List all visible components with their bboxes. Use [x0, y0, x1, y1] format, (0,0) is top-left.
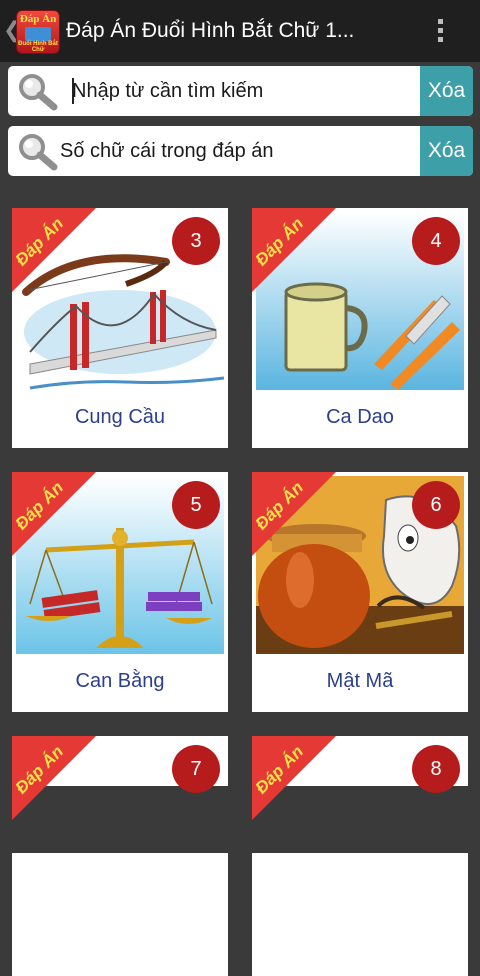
answer-card[interactable]: Đáp Án 5 Can Bằng — [12, 472, 228, 712]
search-icon — [19, 134, 58, 171]
level-number-badge: 3 — [172, 217, 220, 265]
search-icon — [19, 74, 58, 111]
answer-title: Cung Cầu — [74, 406, 166, 428]
letter-count-input[interactable]: Số chữ cái trong đáp án — [60, 140, 274, 163]
answer-title: Can Bằng — [75, 670, 165, 692]
clear-letter-count-button[interactable]: Xóa — [420, 126, 473, 176]
level-number-badge: 8 — [412, 745, 460, 793]
level-number-badge: 6 — [412, 481, 460, 529]
letter-count-search-bar: Số chữ cái trong đáp án Xóa — [8, 126, 473, 176]
app-logo-text: Đáp Án — [19, 13, 57, 25]
answer-card[interactable]: Đáp Án 6 Mật Mã — [252, 472, 468, 712]
answer-card[interactable]: Đáp Án 8 — [252, 736, 468, 976]
keyword-search-input[interactable]: Nhập từ cần tìm kiếm — [72, 80, 263, 103]
clear-keyword-button[interactable]: Xóa — [420, 66, 473, 116]
answer-card[interactable]: Đáp Án 3 Cung Cầu — [12, 208, 228, 448]
app-logo-picture — [25, 27, 51, 41]
overflow-menu-icon[interactable] — [430, 15, 450, 49]
action-bar: ❮ Đáp Án Đuổi Hình Bắt Chữ Đáp Án Đuổi H… — [0, 0, 480, 62]
page-title: Đáp Án Đuổi Hình Bắt Chữ 1... — [66, 19, 355, 42]
level-number-badge: 4 — [412, 217, 460, 265]
answer-card[interactable]: Đáp Án 4 Ca Dao — [252, 208, 468, 448]
app-logo-icon[interactable]: Đáp Án Đuổi Hình Bắt Chữ — [17, 11, 59, 53]
app-logo-subtext: Đuổi Hình Bắt Chữ — [18, 41, 58, 53]
level-number-badge: 7 — [172, 745, 220, 793]
keyword-search-bar: Nhập từ cần tìm kiếm Xóa — [8, 66, 473, 116]
level-number-badge: 5 — [172, 481, 220, 529]
answer-title: Mật Mã — [326, 670, 394, 692]
answer-title: Ca Dao — [326, 406, 394, 428]
answer-card[interactable]: Đáp Án 7 — [12, 736, 228, 976]
